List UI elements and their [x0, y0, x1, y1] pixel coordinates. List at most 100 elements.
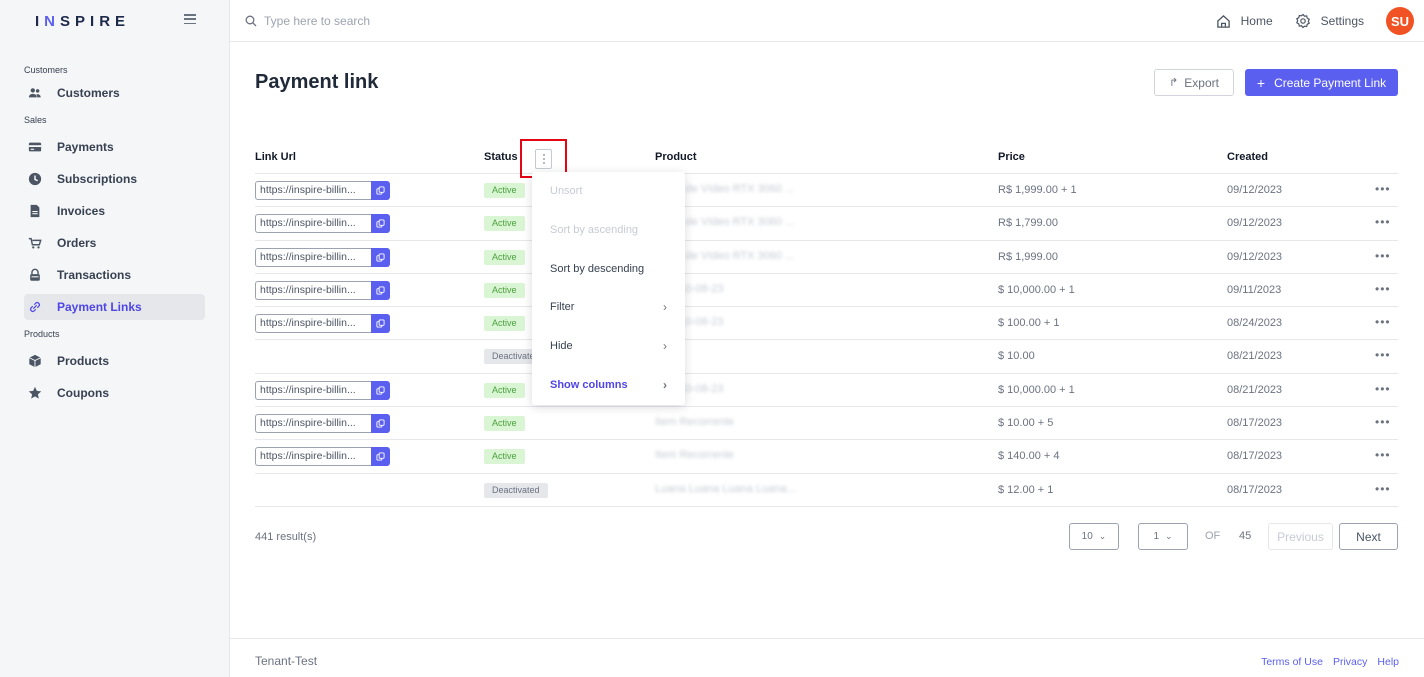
page-size-select[interactable]: 10 ⌄ [1069, 523, 1119, 550]
page-number-select[interactable]: 1 ⌄ [1138, 523, 1188, 550]
sidebar-item-label: Coupons [57, 386, 109, 400]
link-url-field[interactable]: https://inspire-billin... [255, 280, 390, 300]
footer: Tenant-Test Terms of Use Privacy Help [230, 638, 1424, 677]
menu-item-hide[interactable]: Hide › [532, 327, 685, 366]
of-label: OF [1205, 530, 1221, 542]
sidebar-item-products[interactable]: Products [24, 348, 205, 374]
sidebar-item-coupons[interactable]: Coupons [24, 380, 205, 406]
menu-item-sort-ascending[interactable]: Sort by ascending [532, 211, 685, 250]
section-label-products: Products [24, 329, 60, 339]
create-payment-link-button[interactable]: + Create Payment Link [1245, 69, 1398, 96]
topbar-actions: Home Settings SU [1216, 0, 1414, 42]
sidebar-item-subscriptions[interactable]: Subscriptions [24, 166, 205, 192]
sidebar-item-label: Transactions [57, 268, 132, 282]
terms-link[interactable]: Terms of Use [1261, 656, 1323, 668]
sidebar-item-label: Subscriptions [57, 172, 138, 186]
link-url-field[interactable]: https://inspire-billin... [255, 214, 390, 234]
plus-icon: + [1256, 74, 1266, 91]
sidebar-item-label: Products [57, 354, 110, 368]
settings-link[interactable]: Settings [1295, 13, 1364, 29]
copy-icon[interactable] [371, 314, 390, 334]
column-header-link-url[interactable]: Link Url [255, 151, 296, 163]
cart-icon [28, 236, 50, 250]
row-more-icon[interactable]: ••• [1375, 448, 1391, 462]
link-url-field[interactable]: https://inspire-billin... [255, 414, 390, 434]
gear-icon [1295, 13, 1310, 29]
search-bar[interactable]: Type here to search [245, 14, 370, 28]
row-more-icon[interactable]: ••• [1375, 415, 1391, 429]
row-more-icon[interactable]: ••• [1375, 382, 1391, 396]
column-header-created[interactable]: Created [1227, 151, 1268, 163]
link-url-field[interactable]: https://inspire-billin... [255, 181, 390, 200]
previous-button[interactable]: Previous [1268, 523, 1333, 550]
copy-icon[interactable] [371, 447, 390, 467]
sidebar-item-payment-links[interactable]: Payment Links [24, 294, 205, 320]
link-url-field[interactable]: https://inspire-billin... [255, 447, 390, 467]
privacy-link[interactable]: Privacy [1333, 656, 1367, 668]
link-url-field[interactable]: https://inspire-billin... [255, 247, 390, 267]
price-cell: $ 12.00 + 1 [998, 483, 1054, 496]
copy-icon[interactable] [371, 214, 390, 234]
sidebar-item-transactions[interactable]: Transactions [24, 262, 205, 288]
price-cell: $ 140.00 + 4 [998, 450, 1060, 463]
row-more-icon[interactable]: ••• [1375, 315, 1391, 329]
created-cell: 09/11/2023 [1227, 283, 1282, 296]
credit-card-icon [28, 140, 50, 154]
sidebar-item-invoices[interactable]: Invoices [24, 198, 205, 224]
price-cell: R$ 1,799.00 [998, 217, 1058, 230]
created-cell: 09/12/2023 [1227, 217, 1283, 230]
total-pages: 45 [1239, 530, 1252, 542]
column-header-price[interactable]: Price [998, 151, 1025, 163]
created-cell: 08/21/2023 [1227, 350, 1283, 363]
row-more-icon[interactable]: ••• [1375, 182, 1391, 196]
next-button[interactable]: Next [1339, 523, 1398, 550]
column-header-status[interactable]: Status [484, 151, 518, 163]
sidebar-item-payments[interactable]: Payments [24, 134, 205, 160]
copy-icon[interactable] [371, 380, 390, 400]
price-cell: $ 10,000.00 + 1 [998, 283, 1075, 296]
table-row: https://inspire-billin... Active Placa de … [255, 241, 1398, 274]
sidebar-item-customers[interactable]: Customers [24, 80, 205, 106]
menu-item-filter[interactable]: Filter › [532, 288, 685, 327]
copy-icon[interactable] [371, 414, 390, 434]
copy-icon[interactable] [371, 280, 390, 300]
avatar[interactable]: SU [1386, 7, 1414, 35]
status-badge: Active [484, 216, 525, 232]
app-logo[interactable]: INSPIRE [35, 13, 130, 30]
created-cell: 08/24/2023 [1227, 317, 1283, 330]
document-icon [28, 204, 50, 218]
menu-item-sort-descending[interactable]: Sort by descending [532, 249, 685, 288]
copy-icon[interactable] [371, 247, 390, 267]
link-url-field[interactable]: https://inspire-billin... [255, 380, 390, 400]
status-badge: Active [484, 316, 525, 332]
link-url-field[interactable]: https://inspire-billin... [255, 314, 390, 334]
row-more-icon[interactable]: ••• [1375, 482, 1391, 496]
link-url-text: https://inspire-billin... [255, 414, 371, 434]
hamburger-menu-icon[interactable] [184, 14, 196, 24]
price-cell: R$ 1,999.00 + 1 [998, 184, 1077, 196]
help-link[interactable]: Help [1377, 656, 1399, 668]
created-cell: 09/12/2023 [1227, 250, 1283, 263]
row-more-icon[interactable]: ••• [1375, 348, 1391, 362]
sidebar-item-label: Payment Links [57, 300, 142, 314]
sidebar-item-orders[interactable]: Orders [24, 230, 205, 256]
home-link[interactable]: Home [1216, 14, 1273, 29]
export-button[interactable]: ↱ Export [1154, 69, 1234, 96]
row-more-icon[interactable]: ••• [1375, 249, 1391, 263]
column-header-product[interactable]: Product [655, 151, 697, 163]
status-badge: Active [484, 449, 525, 465]
copy-icon[interactable] [371, 181, 390, 200]
status-badge: Active [484, 416, 525, 432]
menu-item-show-columns[interactable]: Show columns › [532, 365, 685, 404]
link-url-text: https://inspire-billin... [255, 214, 371, 234]
chevron-down-icon: ⌄ [1165, 531, 1173, 541]
created-cell: 08/17/2023 [1227, 450, 1283, 463]
created-cell: 08/21/2023 [1227, 383, 1283, 396]
lock-icon [28, 268, 50, 282]
search-input[interactable]: Type here to search [264, 14, 370, 28]
menu-item-unsort[interactable]: Unsort [532, 172, 685, 211]
table-row: https://inspire-billin... Active Placa de … [255, 174, 1398, 208]
row-more-icon[interactable]: ••• [1375, 282, 1391, 296]
row-more-icon[interactable]: ••• [1375, 215, 1391, 229]
price-cell: $ 10,000.00 + 1 [998, 383, 1075, 396]
